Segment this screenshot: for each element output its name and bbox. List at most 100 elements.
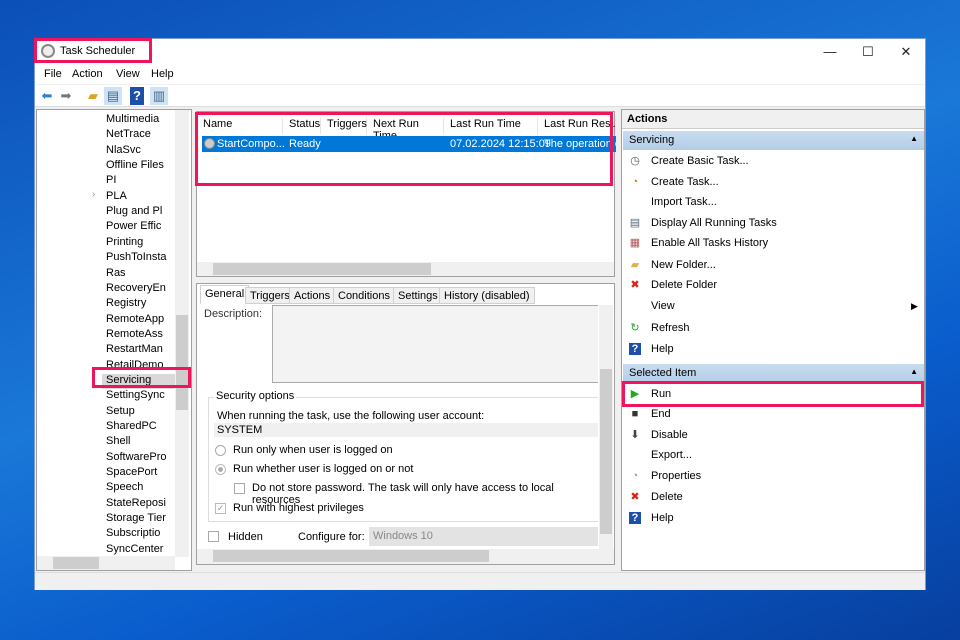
tab-conditions[interactable]: Conditions (333, 287, 395, 304)
maximize-button[interactable]: ☐ (849, 39, 887, 64)
tree-item-label: RestartMan (106, 343, 163, 356)
tree-item-label: SettingSync (106, 389, 165, 402)
action-refresh[interactable]: ↻ Refresh (623, 319, 923, 337)
help-icon[interactable]: ? (130, 87, 144, 105)
properties-icon: ◔ (631, 470, 639, 482)
section-servicing-title: Servicing (629, 134, 675, 146)
radio-whether-logged-on[interactable] (215, 464, 226, 475)
up-folder-icon[interactable]: ▰ (84, 87, 102, 105)
menu-view[interactable]: View (116, 68, 140, 80)
hidden-label: Hidden (228, 531, 263, 543)
show-hide-tree-icon[interactable]: ▤ (104, 87, 122, 105)
highlight-run (622, 381, 924, 407)
action-label: Enable All Tasks History (651, 237, 769, 249)
action-label: Create Task... (651, 176, 719, 188)
tab-actions[interactable]: Actions (289, 287, 336, 304)
radio-logged-on[interactable] (215, 445, 226, 456)
tree-item-label: SharedPC (106, 420, 157, 432)
view-icon (629, 300, 641, 312)
user-account: SYSTEM (217, 424, 263, 436)
action-end[interactable]: ■ End (623, 405, 923, 423)
action-label: Help (651, 343, 674, 355)
show-hide-action-pane-icon[interactable]: ▥ (150, 87, 168, 105)
highlight-title (34, 38, 152, 63)
tree-vertical-scrollbar[interactable] (175, 110, 189, 557)
tree-item-label: Printing (106, 235, 144, 248)
collapse-icon[interactable]: ▲ (910, 367, 918, 376)
do-not-store-password-checkbox[interactable] (234, 483, 245, 494)
forward-icon[interactable]: ➡ (57, 87, 75, 105)
tab-settings[interactable]: Settings (393, 287, 443, 304)
tree-item-label: Plug and Pl (106, 205, 163, 218)
expand-chevron-icon[interactable]: › (92, 189, 95, 200)
action-delete-folder[interactable]: ✖ Delete Folder (623, 276, 923, 294)
action-enable-all-tasks-history[interactable]: ▦ Enable All Tasks History (623, 234, 923, 252)
minimize-button[interactable]: — (811, 39, 849, 64)
collapse-icon[interactable]: ▲ (910, 134, 918, 143)
menu-file[interactable]: File (44, 68, 62, 80)
highest-privileges-checkbox[interactable]: ✓ (215, 503, 226, 514)
tab-history[interactable]: History (disabled) (439, 287, 535, 304)
new-folder-icon: ▰ (630, 259, 640, 271)
tree-item-label: PLA (106, 189, 127, 202)
submenu-arrow-icon: ▶ (911, 301, 918, 311)
toolbar: ⬅ ➡ ▰ ▤ ? ▥ (35, 85, 925, 107)
action-create-basic-task[interactable]: ◷ Create Basic Task... (623, 152, 923, 170)
tab-general[interactable]: General (200, 285, 250, 304)
action-label: Create Basic Task... (651, 155, 749, 167)
hidden-checkbox[interactable] (208, 531, 219, 542)
tab-triggers[interactable]: Triggers (245, 287, 295, 304)
detail-horizontal-scrollbar[interactable] (197, 549, 614, 564)
action-properties[interactable]: ◔ Properties (623, 467, 923, 485)
action-import-task[interactable]: Import Task... (623, 193, 923, 211)
tree-item-label: NlaSvc (106, 143, 141, 156)
import-icon (629, 196, 641, 208)
action-label: Refresh (651, 322, 690, 334)
task-detail-pane: General Triggers Actions Conditions Sett… (196, 283, 615, 565)
tree-item-label: RemoteAss (106, 327, 163, 340)
action-view[interactable]: View (623, 297, 923, 315)
section-selected-item-title: Selected Item (629, 367, 697, 379)
action-label: View (651, 300, 675, 312)
help-icon: ? (629, 512, 641, 524)
running-tasks-icon: ▤ (629, 217, 641, 229)
detail-vertical-scrollbar[interactable] (599, 305, 613, 549)
export-icon (629, 449, 641, 461)
tree-horizontal-scrollbar[interactable] (37, 556, 175, 570)
menu-action[interactable]: Action (72, 68, 103, 80)
delete-folder-icon: ✖ (630, 279, 640, 291)
action-label: Properties (651, 470, 702, 482)
action-label: Export... (651, 449, 692, 461)
action-export[interactable]: Export... (623, 446, 923, 464)
tree-item-label: Subscriptio (106, 527, 161, 540)
tree-item-label: PI (106, 174, 117, 187)
tree-item-label: PushToInsta (106, 251, 167, 264)
end-icon: ■ (631, 408, 639, 420)
action-display-all-running-tasks[interactable]: ▤ Display All Running Tasks (623, 214, 923, 232)
tree-item-label: NetTrace (106, 128, 151, 141)
action-create-task[interactable]: ◔ Create Task... (623, 173, 923, 191)
radio-whether-label: Run whether user is logged on or not (233, 463, 414, 475)
history-icon: ▦ (629, 237, 641, 249)
action-disable[interactable]: ⬇ Disable (623, 426, 923, 444)
title-bar: Task Scheduler — ☐ ✕ (35, 39, 925, 64)
section-servicing[interactable]: Servicing ▲ (623, 131, 924, 150)
configure-for-select[interactable]: Windows 10 (369, 527, 598, 546)
action-help[interactable]: ? Help (623, 340, 923, 358)
disable-icon: ⬇ (630, 429, 640, 441)
tree-item-label: RecoveryEn (106, 281, 166, 294)
tree-item-label: Ras (106, 266, 126, 279)
action-new-folder[interactable]: ▰ New Folder... (623, 256, 923, 274)
configure-for-label: Configure for: (298, 531, 365, 543)
list-horizontal-scrollbar[interactable] (197, 262, 614, 276)
close-button[interactable]: ✕ (887, 39, 925, 64)
menu-help[interactable]: Help (151, 68, 174, 80)
action-help[interactable]: ? Help (623, 509, 923, 527)
action-delete[interactable]: ✖ Delete (623, 488, 923, 506)
description-field[interactable] (272, 305, 598, 383)
tree-item-label: Registry (106, 297, 147, 310)
action-label: Delete (651, 491, 683, 503)
tree-item-label: SoftwarePro (106, 450, 167, 463)
back-icon[interactable]: ⬅ (38, 87, 56, 105)
action-label: Delete Folder (651, 279, 718, 291)
